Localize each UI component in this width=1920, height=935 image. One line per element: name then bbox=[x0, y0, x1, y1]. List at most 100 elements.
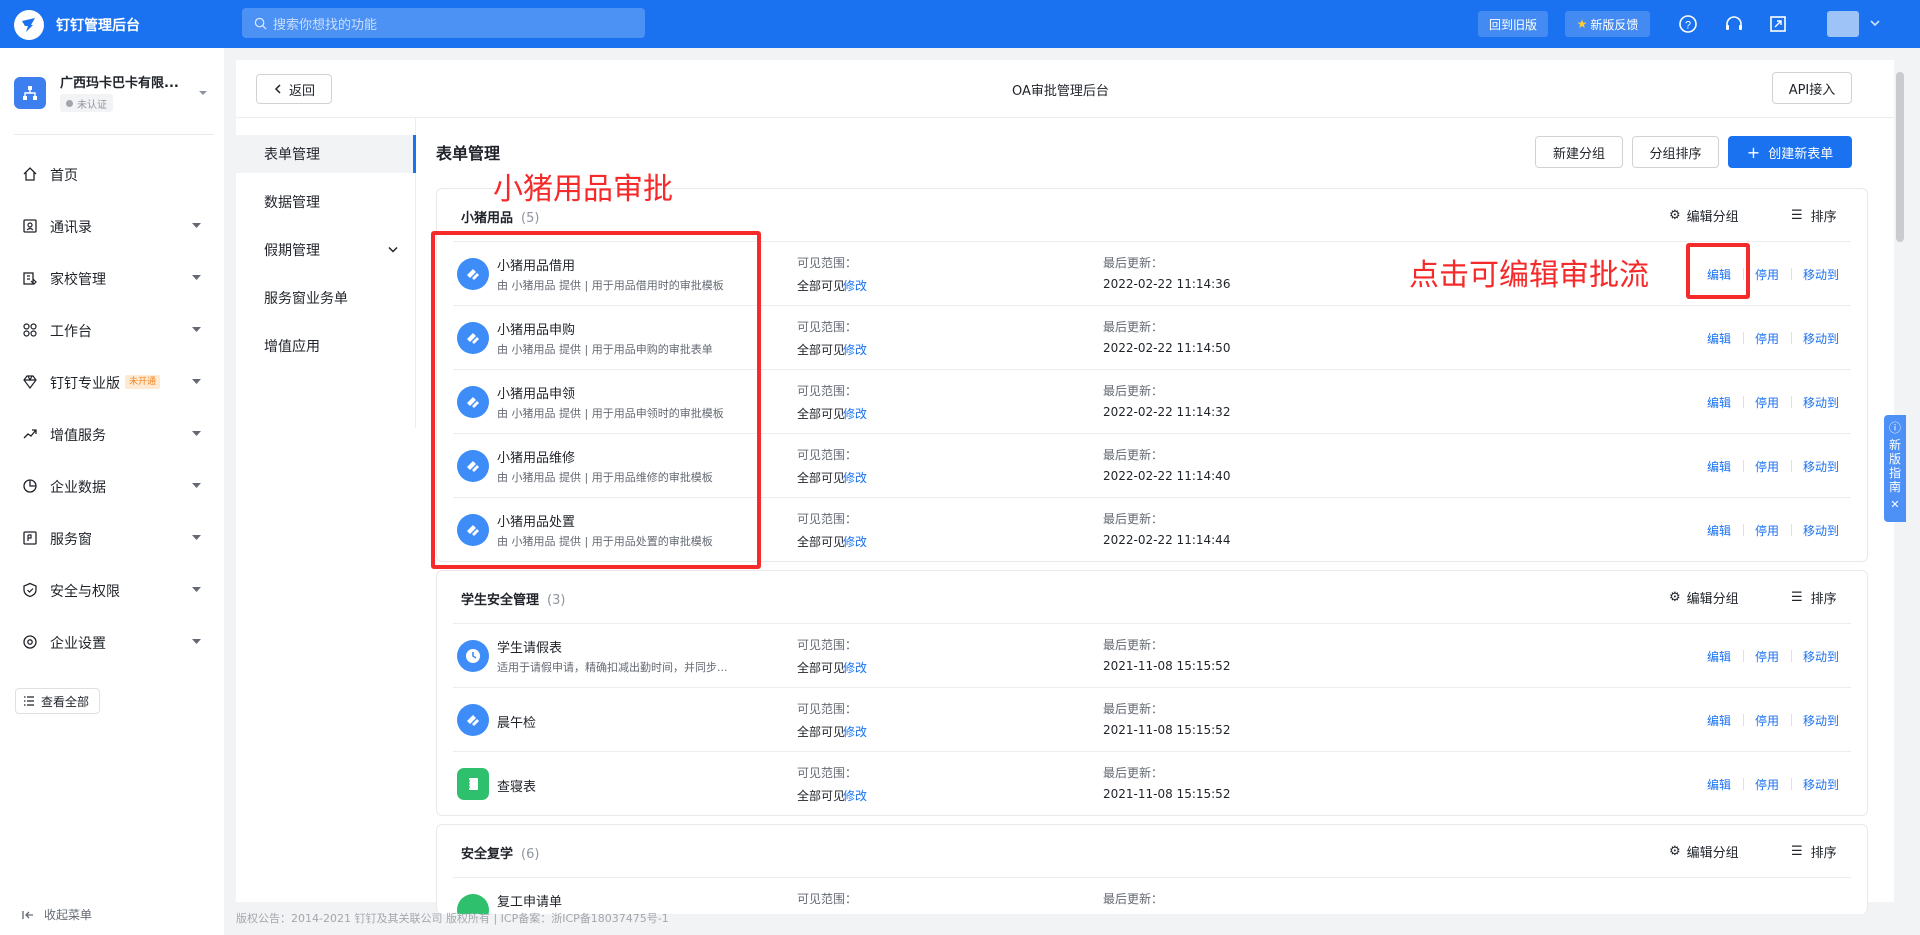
new-group-button[interactable]: 新建分组 bbox=[1535, 136, 1623, 168]
edit-link[interactable]: 编辑 bbox=[1707, 458, 1731, 475]
sort-icon: ☰ bbox=[1791, 590, 1803, 605]
sidebar-item-service-window[interactable]: 服务窗 bbox=[0, 518, 224, 558]
close-icon[interactable]: ✕ bbox=[1890, 498, 1899, 511]
updated-label: 最后更新： bbox=[1103, 702, 1164, 716]
edit-group-button[interactable]: ⚙ 编辑分组 bbox=[1669, 842, 1739, 861]
form-name[interactable]: 复工申请单 bbox=[497, 891, 562, 910]
org-switcher[interactable]: 广西玛卡巴卡有限... 未认证 bbox=[14, 72, 207, 116]
sub-navigation: 表单管理 数据管理 假期管理 服务窗业务单 增值应用 bbox=[236, 118, 416, 428]
scrollbar-thumb[interactable] bbox=[1896, 72, 1904, 242]
old-version-button[interactable]: 回到旧版 bbox=[1478, 11, 1548, 37]
modify-visibility-link[interactable]: 修改 bbox=[843, 723, 867, 740]
data-icon bbox=[23, 479, 37, 493]
modify-visibility-link[interactable]: 修改 bbox=[843, 469, 867, 486]
sort-button[interactable]: ☰ 排序 bbox=[1791, 206, 1837, 225]
form-name[interactable]: 查寝表 bbox=[497, 776, 536, 795]
edit-link[interactable]: 编辑 bbox=[1707, 330, 1731, 347]
edit-link[interactable]: 编辑 bbox=[1707, 648, 1731, 665]
service-window-icon bbox=[23, 531, 37, 545]
new-guide-tab[interactable]: ⓘ 新版指南 ✕ bbox=[1884, 415, 1906, 522]
chevron-down-icon[interactable] bbox=[1868, 16, 1882, 30]
chevron-down-icon bbox=[388, 246, 398, 253]
disable-link[interactable]: 停用 bbox=[1755, 648, 1779, 665]
form-name[interactable]: 学生请假表 bbox=[497, 637, 562, 656]
modify-visibility-link[interactable]: 修改 bbox=[843, 277, 867, 294]
shield-icon bbox=[23, 582, 37, 598]
divider bbox=[1743, 460, 1744, 472]
api-access-button[interactable]: API接入 bbox=[1772, 72, 1852, 104]
move-to-link[interactable]: 移动到 bbox=[1803, 266, 1839, 283]
edit-link[interactable]: 编辑 bbox=[1707, 712, 1731, 729]
move-to-link[interactable]: 移动到 bbox=[1803, 330, 1839, 347]
edit-group-button[interactable]: ⚙ 编辑分组 bbox=[1669, 588, 1739, 607]
sidebar-divider bbox=[14, 134, 214, 135]
disable-link[interactable]: 停用 bbox=[1755, 522, 1779, 539]
disable-link[interactable]: 停用 bbox=[1755, 394, 1779, 411]
move-to-link[interactable]: 移动到 bbox=[1803, 458, 1839, 475]
subnav-service-window-orders[interactable]: 服务窗业务单 bbox=[236, 279, 416, 317]
sidebar-item-security[interactable]: 安全与权限 bbox=[0, 570, 224, 610]
fullscreen-icon[interactable] bbox=[1768, 14, 1788, 34]
sidebar-item-contacts[interactable]: 通讯录 bbox=[0, 206, 224, 246]
gear-icon: ⚙ bbox=[1669, 208, 1681, 223]
subnav-value-added-apps[interactable]: 增值应用 bbox=[236, 327, 416, 365]
edit-group-button[interactable]: ⚙ 编辑分组 bbox=[1669, 206, 1739, 225]
edit-link[interactable]: 编辑 bbox=[1707, 522, 1731, 539]
form-row[interactable]: 查寝表 可见范围： 全部可见 修改 最后更新： 2021-11-08 15:15… bbox=[453, 751, 1851, 815]
sidebar-item-value-added[interactable]: 增值服务 bbox=[0, 414, 224, 454]
caret-down-icon bbox=[192, 379, 201, 384]
updated-time: 2022-02-22 11:14:40 bbox=[1103, 469, 1231, 483]
app-brand[interactable]: 钉钉管理后台 bbox=[14, 10, 140, 40]
sidebar-item-pro[interactable]: 钉钉专业版 未开通 bbox=[0, 362, 224, 402]
sort-button[interactable]: ☰ 排序 bbox=[1791, 588, 1837, 607]
group-sort-button[interactable]: 分组排序 bbox=[1632, 136, 1719, 168]
guide-label: 新版指南 bbox=[1889, 438, 1902, 494]
create-form-button[interactable]: + 创建新表单 bbox=[1728, 136, 1852, 168]
feedback-label: 新版反馈 bbox=[1590, 17, 1639, 32]
modify-visibility-link[interactable]: 修改 bbox=[843, 659, 867, 676]
sidebar-item-enterprise-data[interactable]: 企业数据 bbox=[0, 466, 224, 506]
disable-link[interactable]: 停用 bbox=[1755, 776, 1779, 793]
move-to-link[interactable]: 移动到 bbox=[1803, 648, 1839, 665]
move-to-link[interactable]: 移动到 bbox=[1803, 394, 1839, 411]
search-input[interactable]: 搜索你想找的功能 bbox=[242, 8, 645, 38]
move-to-link[interactable]: 移动到 bbox=[1803, 776, 1839, 793]
form-name[interactable]: 晨午检 bbox=[497, 712, 536, 731]
modify-visibility-link[interactable]: 修改 bbox=[843, 341, 867, 358]
modify-visibility-link[interactable]: 修改 bbox=[843, 405, 867, 422]
clock-icon bbox=[457, 640, 489, 672]
caret-down-icon bbox=[192, 639, 201, 644]
edit-link[interactable]: 编辑 bbox=[1707, 776, 1731, 793]
page-title: OA审批管理后台 bbox=[1012, 84, 1109, 99]
sidebar-item-settings[interactable]: 企业设置 bbox=[0, 622, 224, 662]
form-row[interactable]: 学生请假表 适用于请假申请，精确扣减出勤时间，并同步... 可见范围： 全部可见… bbox=[453, 623, 1851, 687]
sidebar-item-workbench[interactable]: 工作台 bbox=[0, 310, 224, 350]
avatar[interactable] bbox=[1827, 11, 1859, 37]
back-button[interactable]: 返回 bbox=[256, 74, 332, 104]
headset-icon[interactable] bbox=[1724, 14, 1744, 34]
collapse-menu-button[interactable]: 收起菜单 bbox=[22, 906, 92, 923]
divider bbox=[1791, 778, 1792, 790]
disable-link[interactable]: 停用 bbox=[1755, 458, 1779, 475]
sort-button[interactable]: ☰ 排序 bbox=[1791, 842, 1837, 861]
view-all-button[interactable]: 查看全部 bbox=[15, 688, 100, 714]
subnav-leave-management[interactable]: 假期管理 bbox=[236, 231, 416, 269]
subnav-data-management[interactable]: 数据管理 bbox=[236, 183, 416, 221]
disable-link[interactable]: 停用 bbox=[1755, 712, 1779, 729]
sidebar-item-school[interactable]: 家校管理 bbox=[0, 258, 224, 298]
disable-link[interactable]: 停用 bbox=[1755, 266, 1779, 283]
move-to-link[interactable]: 移动到 bbox=[1803, 522, 1839, 539]
help-icon[interactable]: ? bbox=[1678, 14, 1698, 34]
dingtalk-logo-icon bbox=[14, 10, 44, 40]
sidebar-item-home[interactable]: 首页 bbox=[0, 154, 224, 194]
modify-visibility-link[interactable]: 修改 bbox=[843, 787, 867, 804]
disable-link[interactable]: 停用 bbox=[1755, 330, 1779, 347]
modify-visibility-link[interactable]: 修改 bbox=[843, 533, 867, 550]
edit-link[interactable]: 编辑 bbox=[1707, 394, 1731, 411]
move-to-link[interactable]: 移动到 bbox=[1803, 712, 1839, 729]
feedback-button[interactable]: ★ 新版反馈 bbox=[1565, 11, 1650, 37]
form-row[interactable]: 晨午检 可见范围： 全部可见 修改 最后更新： 2021-11-08 15:15… bbox=[453, 687, 1851, 751]
group-header: 安全复学 (6) ⚙ 编辑分组 ☰ 排序 bbox=[437, 825, 1867, 877]
subnav-form-management[interactable]: 表单管理 bbox=[236, 135, 416, 173]
form-row[interactable]: 复工申请单 可见范围： 最后更新： bbox=[453, 877, 1851, 914]
